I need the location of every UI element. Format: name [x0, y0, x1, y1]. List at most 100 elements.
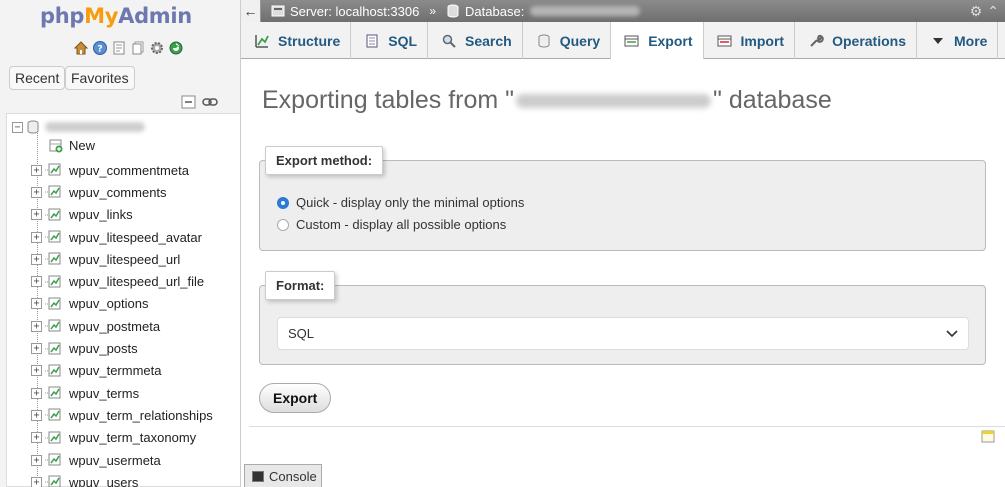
collapse-all-icon[interactable] [181, 95, 197, 112]
table-list: + wpuv_commentmeta + wpuv_comments + wpuv_lin… [31, 159, 213, 487]
expand-icon[interactable]: + [31, 409, 42, 421]
table-list-item[interactable]: + wpuv_posts [31, 337, 213, 359]
breadcrumb-database[interactable]: Database: [446, 4, 641, 19]
database-icon [27, 120, 39, 134]
docs-icon[interactable] [111, 40, 127, 56]
expand-icon[interactable]: + [31, 164, 42, 176]
table-icon [45, 275, 61, 288]
tab-sql[interactable]: SQL [351, 22, 429, 59]
export-button[interactable]: Export [259, 383, 332, 413]
collapse-top-icon[interactable]: ⌃ [987, 3, 999, 19]
tab-search-label: Search [465, 32, 512, 49]
table-icon [45, 252, 61, 265]
table-icon [45, 453, 61, 466]
tab-bar: Structure SQL Search Query Export Import… [241, 22, 1005, 60]
expand-icon[interactable]: + [31, 387, 42, 399]
expand-icon[interactable]: + [31, 186, 42, 198]
logo-admin: Admin [118, 4, 192, 28]
table-icon [45, 364, 61, 377]
table-name: wpuv_options [69, 296, 149, 312]
table-name: wpuv_term_relationships [69, 407, 213, 423]
expand-icon[interactable]: + [31, 320, 42, 332]
breadcrumb-server[interactable]: Server: localhost:3306 [271, 4, 419, 19]
phpmyadmin-logo[interactable]: phpMyAdmin [40, 4, 192, 28]
page-title-database-redacted [516, 93, 712, 108]
tree-new-item[interactable]: New [49, 138, 95, 153]
table-list-item[interactable]: + wpuv_postmeta [31, 315, 213, 337]
expand-icon[interactable]: + [31, 454, 42, 466]
recent-button[interactable]: Recent [9, 66, 66, 90]
format-legend: Format: [265, 271, 336, 300]
tab-import[interactable]: Import [704, 22, 796, 59]
custom-radio[interactable] [277, 218, 289, 231]
table-list-item[interactable]: + wpuv_users [31, 471, 213, 487]
copy-icon[interactable] [130, 40, 146, 56]
main-content: Exporting tables from " " database Expor… [241, 59, 1005, 464]
tab-query[interactable]: Query [523, 22, 612, 59]
collapse-db-icon[interactable]: − [12, 121, 23, 133]
table-name: wpuv_links [69, 207, 133, 223]
tree-new-label: New [69, 138, 96, 153]
quick-option[interactable]: Quick - display only the minimal options [277, 195, 524, 210]
link-icon[interactable] [202, 95, 218, 112]
table-list-item[interactable]: + wpuv_termmeta [31, 360, 213, 382]
database-icon [447, 4, 459, 18]
quick-radio[interactable] [277, 196, 289, 209]
tab-more-label: More [954, 32, 988, 49]
console-icon [252, 470, 264, 482]
caret-down-icon [933, 37, 943, 44]
table-list-item[interactable]: + wpuv_term_relationships [31, 404, 213, 426]
table-list-item[interactable]: + wpuv_litespeed_avatar [31, 226, 213, 248]
tab-export[interactable]: Export [611, 22, 704, 60]
expand-icon[interactable]: + [31, 343, 42, 355]
tree-db-node[interactable]: − [12, 119, 145, 135]
table-name: wpuv_users [69, 474, 139, 487]
table-list-item[interactable]: + wpuv_terms [31, 382, 213, 404]
expand-icon[interactable]: + [31, 209, 42, 221]
table-list-item[interactable]: + wpuv_term_taxonomy [31, 427, 213, 449]
table-list-item[interactable]: + wpuv_options [31, 293, 213, 315]
table-list-item[interactable]: + wpuv_usermeta [31, 449, 213, 471]
breadcrumb-database-redacted [530, 6, 641, 16]
table-list-item[interactable]: + wpuv_comments [31, 181, 213, 203]
divider [249, 426, 1005, 427]
table-name: wpuv_commentmeta [69, 162, 189, 178]
settings-gear-icon[interactable]: ⚙ [970, 3, 983, 19]
favorites-button[interactable]: Favorites [65, 66, 135, 90]
page-title: Exporting tables from " " database [262, 86, 832, 115]
export-icon [624, 35, 639, 46]
table-icon [45, 319, 61, 332]
custom-option[interactable]: Custom - display all possible options [277, 217, 506, 232]
tab-sql-label: SQL [388, 32, 418, 49]
table-icon [45, 163, 61, 176]
home-icon[interactable] [73, 40, 89, 56]
settings-icon[interactable] [149, 40, 165, 56]
expand-icon[interactable]: + [31, 253, 42, 265]
expand-icon[interactable]: + [31, 432, 42, 444]
table-list-item[interactable]: + wpuv_commentmeta [31, 159, 213, 181]
format-select[interactable]: SQL [277, 317, 969, 350]
tab-more[interactable]: More [917, 22, 999, 59]
console-tab[interactable]: Console [244, 464, 322, 487]
expand-icon[interactable]: + [31, 298, 42, 310]
expand-icon[interactable]: + [31, 276, 42, 288]
expand-icon[interactable]: + [31, 365, 42, 377]
reload-icon[interactable] [168, 40, 184, 56]
notepad-icon[interactable] [981, 430, 995, 443]
wrench-icon [810, 34, 824, 47]
table-list-item[interactable]: + wpuv_litespeed_url_file [31, 270, 213, 292]
table-list-item[interactable]: + wpuv_links [31, 204, 213, 226]
collapse-nav-arrow-icon[interactable]: ← [241, 0, 261, 22]
tab-search[interactable]: Search [428, 22, 523, 59]
table-list-item[interactable]: + wpuv_litespeed_url [31, 248, 213, 270]
breadcrumb-bar: ← Server: localhost:3306 » Database: ⚙ ⌃ [241, 0, 1005, 22]
chevron-down-icon [946, 329, 958, 337]
table-name: wpuv_comments [69, 184, 167, 200]
export-method-legend: Export method: [265, 146, 384, 175]
expand-icon[interactable]: + [31, 476, 42, 487]
expand-icon[interactable]: + [31, 231, 42, 243]
search-icon [442, 34, 456, 48]
tab-operations[interactable]: Operations [795, 22, 917, 59]
help-icon[interactable]: ? [92, 40, 108, 56]
tab-structure[interactable]: Structure [241, 22, 352, 59]
